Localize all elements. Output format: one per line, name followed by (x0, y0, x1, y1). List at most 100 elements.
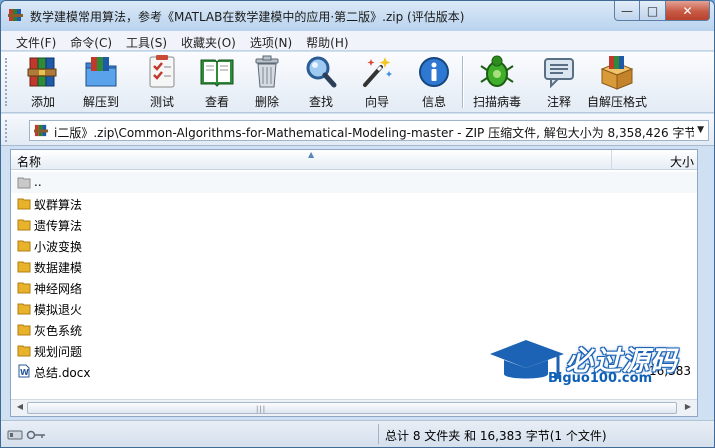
list-item[interactable]: 模拟退火 (11, 298, 697, 319)
column-divider[interactable] (611, 150, 612, 170)
file-name: 灰色系统 (34, 324, 83, 338)
close-button[interactable]: ✕ (666, 1, 710, 21)
menu-tools[interactable]: 工具(S) (119, 31, 174, 50)
window-title: 数学建模常用算法，参考《MATLAB在数学建模中的应用·第二版》.zip (评估… (30, 10, 465, 24)
open-book-icon (200, 59, 234, 87)
menu-help[interactable]: 帮助(H) (299, 31, 355, 50)
file-name: 遗传算法 (34, 219, 83, 233)
window-controls: — □ ✕ (614, 1, 710, 21)
list-item[interactable]: 蚁群算法 (11, 193, 697, 214)
scroll-left-icon[interactable]: ◀ (13, 402, 27, 414)
winrar-app-icon[interactable] (8, 7, 24, 23)
extract-to-label: 解压到 (83, 95, 120, 109)
file-name: 小波变换 (34, 240, 83, 254)
toolbar: 添加 解压到 测试 查看 删除 查找 向导 信息 扫描病毒 注释 自解压格式 (1, 52, 714, 113)
folder-icon (17, 282, 31, 294)
title-bar[interactable]: 数学建模常用算法，参考《MATLAB在数学建模中的应用·第二版》.zip (评估… (1, 1, 714, 31)
info-label: 信息 (421, 95, 446, 109)
address-path-text: i二版》.zip\Common-Algorithms-for-Mathemati… (54, 126, 694, 140)
list-item[interactable]: 遗传算法 (11, 214, 697, 235)
watermark-site: Biguo100.com (548, 371, 653, 386)
address-path-field[interactable]: i二版》.zip\Common-Algorithms-for-Mathemati… (29, 120, 709, 141)
minimize-button[interactable]: — (614, 1, 640, 21)
horizontal-scrollbar[interactable]: ◀ ||| ▶ (11, 399, 697, 416)
list-item[interactable]: 数据建模 (11, 256, 697, 277)
magnifier-icon (306, 56, 337, 88)
maximize-button[interactable]: □ (640, 1, 666, 21)
file-name: 蚁群算法 (34, 198, 83, 212)
magic-wand-icon (363, 57, 392, 87)
address-dropdown-icon[interactable]: ▼ (697, 125, 704, 135)
test-button[interactable]: 测试 (144, 54, 180, 112)
books-stack-icon (27, 57, 57, 87)
parent-folder-icon (17, 177, 31, 189)
comment-button[interactable]: 注释 (541, 54, 577, 112)
word-document-icon: W (18, 364, 30, 378)
column-size[interactable]: 大小 (670, 153, 694, 170)
column-name[interactable]: 名称 (17, 153, 41, 170)
find-button[interactable]: 查找 (303, 54, 339, 112)
file-name: 规划问题 (34, 345, 83, 359)
folder-icon (17, 303, 31, 315)
toolbar-grip[interactable] (5, 58, 9, 106)
folder-icon (17, 219, 31, 231)
folder-icon (17, 324, 31, 336)
status-bar: 总计 8 文件夹 和 16,383 字节(1 个文件) (1, 420, 714, 447)
folder-extract-icon (85, 57, 117, 87)
comment-icon (544, 58, 574, 89)
menu-bar: 文件(F) 命令(C) 工具(S) 收藏夹(O) 选项(N) 帮助(H) (1, 31, 714, 51)
folder-icon (17, 240, 31, 252)
extract-to-button[interactable]: 解压到 (83, 54, 119, 112)
file-name: .. (34, 175, 42, 189)
menu-file[interactable]: 文件(F) (9, 31, 63, 50)
view-label: 查看 (204, 95, 229, 109)
address-grip[interactable] (5, 120, 9, 142)
sfx-box-icon (600, 56, 634, 90)
add-label: 添加 (30, 95, 55, 109)
add-button[interactable]: 添加 (25, 54, 61, 112)
status-divider (378, 424, 379, 444)
info-button[interactable]: 信息 (416, 54, 452, 112)
menu-favorites[interactable]: 收藏夹(O) (174, 31, 243, 50)
toolbar-separator (462, 56, 464, 108)
archive-icon (34, 124, 49, 137)
drive-key-icon[interactable] (7, 429, 47, 441)
scroll-thumb[interactable]: ||| (27, 402, 677, 414)
scan-virus-label: 扫描病毒 (473, 95, 522, 109)
list-item[interactable]: 神经网络 (11, 277, 697, 298)
file-name: 总结.docx (34, 366, 91, 380)
wizard-button[interactable]: 向导 (359, 54, 395, 112)
scan-virus-button[interactable]: 扫描病毒 (473, 54, 521, 112)
winrar-window: 数学建模常用算法，参考《MATLAB在数学建模中的应用·第二版》.zip (评估… (0, 0, 715, 448)
folder-icon (17, 198, 31, 210)
address-bar: i二版》.zip\Common-Algorithms-for-Mathemati… (1, 114, 714, 146)
column-header: 名称 ▲ 大小 (11, 150, 697, 170)
list-item[interactable]: .. (11, 172, 697, 193)
watermark: 必过源码 Biguo100.com (488, 334, 703, 394)
sfx-button[interactable]: 自解压格式 (587, 54, 647, 112)
file-name: 数据建模 (34, 261, 83, 275)
menu-commands[interactable]: 命令(C) (63, 31, 119, 50)
scroll-right-icon[interactable]: ▶ (681, 402, 695, 414)
delete-label: 删除 (254, 95, 279, 109)
checklist-icon (149, 55, 175, 88)
sfx-label: 自解压格式 (587, 95, 648, 109)
info-icon (419, 57, 449, 87)
trash-can-icon (255, 55, 279, 88)
svg-text:W: W (20, 368, 29, 377)
menu-options[interactable]: 选项(N) (243, 31, 299, 50)
comment-label: 注释 (546, 95, 571, 109)
list-item[interactable]: 小波变换 (11, 235, 697, 256)
test-label: 测试 (149, 95, 174, 109)
folder-icon (17, 345, 31, 357)
folder-icon (17, 261, 31, 273)
file-name: 神经网络 (34, 282, 83, 296)
wizard-label: 向导 (364, 95, 389, 109)
find-label: 查找 (308, 95, 333, 109)
delete-button[interactable]: 删除 (249, 54, 285, 112)
scroll-grip-icon: ||| (256, 405, 267, 413)
status-summary: 总计 8 文件夹 和 16,383 字节(1 个文件) (385, 429, 607, 443)
view-button[interactable]: 查看 (199, 54, 235, 112)
file-name: 模拟退火 (34, 303, 83, 317)
sort-arrow-icon: ▲ (308, 150, 315, 159)
